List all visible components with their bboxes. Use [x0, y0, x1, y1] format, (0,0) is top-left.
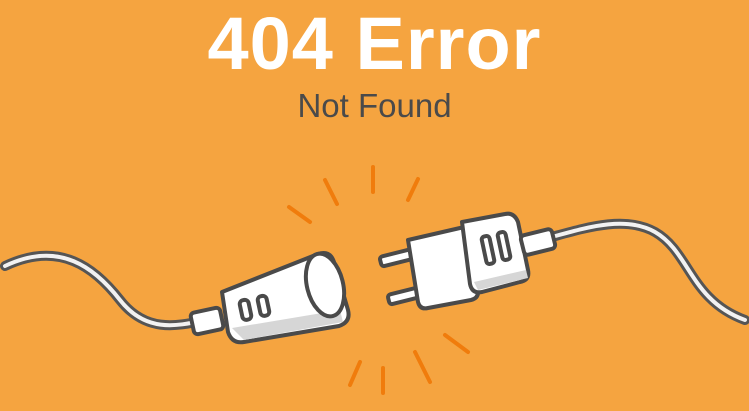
spark-line	[323, 178, 339, 206]
right-plug	[378, 211, 558, 311]
error-page: 404 Error Not Found	[0, 0, 749, 411]
spark-line	[406, 177, 420, 202]
unplugged-cable-icon	[0, 165, 749, 395]
left-plug	[188, 251, 351, 345]
spark-line	[413, 350, 432, 384]
left-cable	[0, 250, 210, 331]
spark-line	[348, 360, 362, 387]
spark-line	[443, 333, 470, 354]
spark-line	[287, 205, 312, 224]
